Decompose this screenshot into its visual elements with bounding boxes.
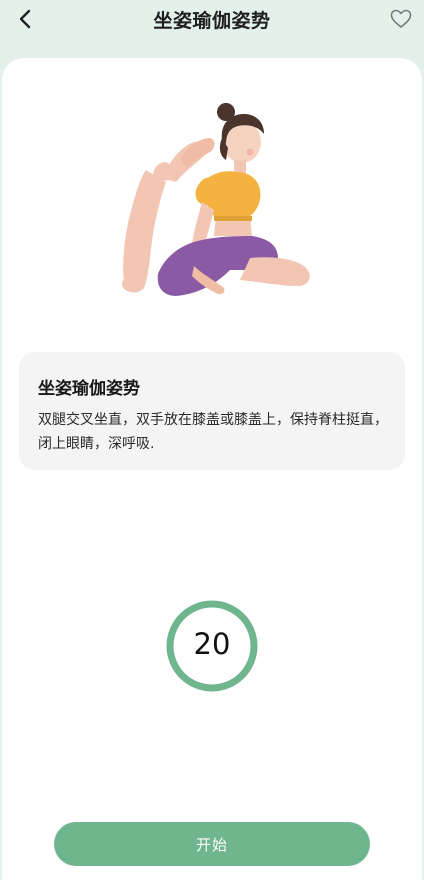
heart-outline-icon (390, 9, 412, 28)
page-title: 坐姿瑜伽姿势 (153, 10, 271, 32)
pose-title: 坐姿瑜伽姿势 (38, 379, 140, 399)
countdown-timer: 20 (165, 599, 259, 693)
pose-description-card: 坐姿瑜伽姿势 双腿交叉坐直，双手放在膝盖或膝盖上，保持脊柱挺直，闭上眼睛，深呼吸… (19, 352, 405, 470)
yoga-pose-illustration (122, 103, 310, 296)
start-button[interactable]: 开始 (54, 822, 370, 866)
timer-value: 20 (193, 627, 231, 661)
top-bar: 坐姿瑜伽姿势 (0, 0, 424, 40)
pose-instructions: 双腿交叉坐直，双手放在膝盖或膝盖上，保持脊柱挺直，闭上眼睛，深呼吸. (38, 412, 388, 452)
favorite-button[interactable] (386, 4, 416, 34)
